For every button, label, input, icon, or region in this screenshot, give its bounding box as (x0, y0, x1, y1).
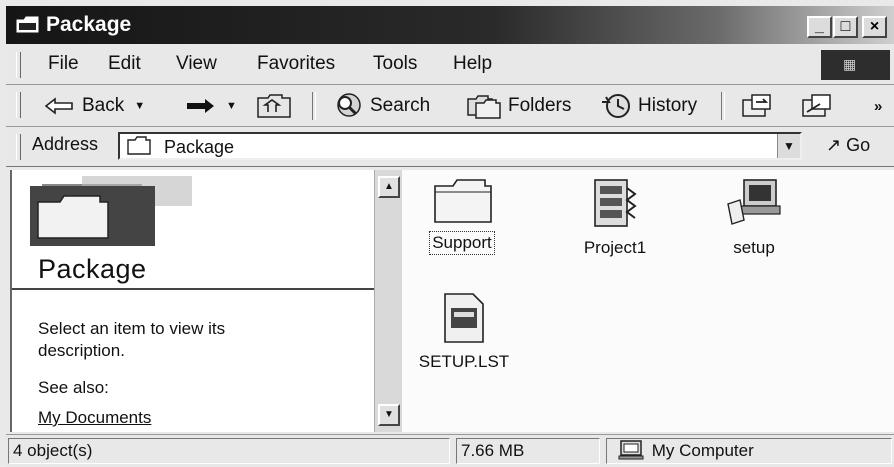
folders-button[interactable]: Folders (466, 92, 571, 120)
status-bar: 4 object(s) 7.66 MB My Computer (6, 434, 894, 467)
search-icon (337, 93, 361, 117)
status-size: 7.66 MB (456, 438, 600, 464)
toolbar-separator (312, 92, 316, 120)
scroll-up-icon[interactable]: ▲ (378, 176, 400, 198)
menu-edit[interactable]: Edit (108, 53, 141, 75)
menu-favorites[interactable]: Favorites (257, 53, 335, 75)
address-grip[interactable] (16, 134, 21, 160)
back-arrow-icon (44, 97, 73, 115)
up-folder-button[interactable] (256, 92, 292, 120)
file-list: Support Project1 setup SETUP.LST (402, 170, 894, 432)
address-value: Package (164, 137, 235, 157)
menu-view[interactable]: View (176, 53, 217, 75)
history-button[interactable]: History (600, 92, 697, 120)
my-computer-icon (618, 440, 644, 460)
file-item-setup[interactable]: setup (714, 176, 794, 259)
copy-to-icon (802, 94, 831, 117)
windows-flag-icon: ▦ (843, 56, 857, 72)
setup-program-icon (727, 179, 781, 225)
search-button[interactable]: Search (332, 92, 430, 120)
minimize-button[interactable]: _ (807, 16, 832, 38)
folder-window-icon (16, 16, 39, 33)
forward-button[interactable]: ▼ (184, 92, 237, 120)
lst-file-icon (444, 293, 484, 343)
selection-description: Select an item to view its description. (38, 319, 226, 360)
go-arrow-icon: ↗ (826, 135, 842, 155)
scroll-down-icon[interactable]: ▼ (378, 404, 400, 426)
status-object-count: 4 object(s) (8, 438, 450, 464)
close-button[interactable]: × (862, 16, 887, 38)
history-label: History (638, 95, 698, 116)
forward-dropdown-icon[interactable]: ▼ (226, 100, 237, 112)
back-dropdown-icon[interactable]: ▼ (134, 100, 145, 112)
back-label: Back (82, 95, 125, 116)
file-name: Project1 (583, 238, 647, 257)
address-dropdown-icon[interactable]: ▼ (777, 134, 800, 158)
menu-bar: File Edit View Favorites Tools Help ▦ (6, 46, 894, 85)
address-bar: Address Package ▼ ↗ Go (6, 128, 894, 167)
vertical-scrollbar[interactable]: ▲ ▼ (374, 170, 403, 432)
move-to-icon (742, 94, 771, 117)
status-zone: My Computer (606, 438, 892, 464)
title-bar[interactable]: Package _ □ × (6, 6, 894, 44)
status-zone-label: My Computer (651, 441, 754, 460)
standard-toolbar: Back ▼ ▼ Search Folders History » (6, 86, 894, 127)
address-input[interactable]: Package ▼ (118, 132, 802, 160)
menu-tools[interactable]: Tools (373, 53, 417, 75)
compressed-file-icon (594, 179, 637, 227)
back-button[interactable]: Back ▼ (44, 92, 145, 120)
history-icon (602, 94, 630, 118)
up-folder-icon (257, 94, 291, 118)
folders-label: Folders (508, 95, 572, 116)
my-documents-link[interactable]: My Documents (38, 408, 151, 428)
toolbar-grip[interactable] (16, 92, 21, 118)
window-title: Package (46, 13, 132, 36)
folder-title: Package (38, 254, 147, 284)
pane-divider (12, 288, 376, 290)
copy-to-button[interactable] (800, 92, 834, 120)
maximize-button[interactable]: □ (833, 16, 858, 38)
menu-help[interactable]: Help (453, 53, 492, 75)
search-label: Search (370, 95, 431, 116)
file-item-support[interactable]: Support (422, 176, 502, 255)
large-folder-icon (30, 176, 192, 246)
address-label: Address (32, 134, 99, 154)
menu-grip[interactable] (16, 52, 21, 78)
go-label: Go (846, 135, 871, 155)
go-button[interactable]: ↗ Go (826, 135, 870, 156)
toolbar-separator-2 (721, 92, 725, 120)
file-name: setup (733, 238, 775, 257)
file-item-setup-lst[interactable]: SETUP.LST (404, 290, 524, 373)
toolbar-overflow-chevron[interactable]: » (874, 92, 882, 120)
explorer-window: Package _ □ × File Edit View Favorites T… (0, 0, 894, 467)
forward-arrow-icon (187, 99, 214, 113)
folders-icon (467, 95, 501, 119)
file-name: SETUP.LST (418, 352, 510, 371)
file-item-project1[interactable]: Project1 (570, 176, 660, 259)
menu-file[interactable]: File (48, 53, 79, 75)
folder-small-icon (127, 136, 151, 155)
see-also-label: See also: (38, 378, 109, 397)
move-to-button[interactable] (740, 92, 774, 120)
windows-logo: ▦ (821, 50, 890, 80)
folder-icon (434, 179, 492, 223)
file-name: Support (429, 231, 495, 255)
webview-pane: Package Select an item to view its descr… (10, 170, 376, 432)
